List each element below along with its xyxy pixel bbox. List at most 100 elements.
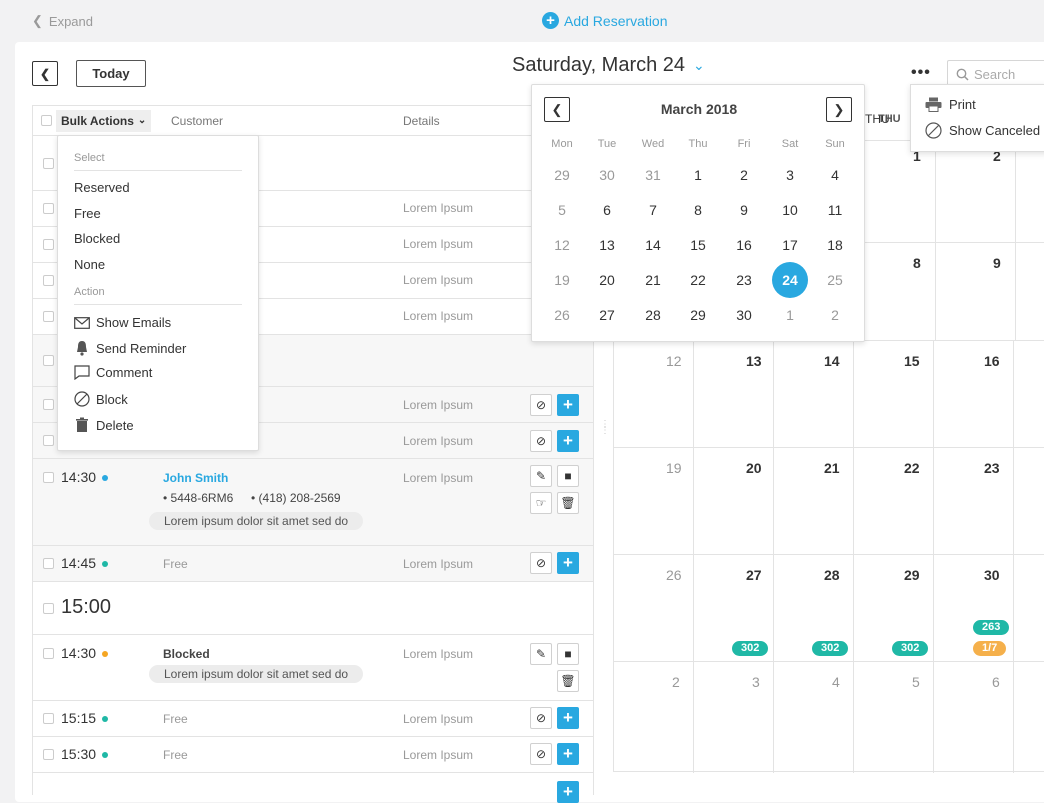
add-button[interactable]: + [557,552,579,574]
calendar-day[interactable]: 28 [630,307,676,323]
calendar-day[interactable]: 8 [675,202,721,218]
calendar-day[interactable]: 20 [584,272,630,288]
grid-cell[interactable]: 21 [774,448,854,555]
table-row[interactable]: 15:15 Free Lorem Ipsum ⊘ + [33,701,593,737]
reservation-badge[interactable]: 1/7 [973,641,1007,656]
menu-item-free[interactable]: Free [74,206,101,221]
menu-item-reserved[interactable]: Reserved [74,180,130,195]
calendar-day[interactable]: 19 [539,272,585,288]
block-icon[interactable]: ⊘ [530,394,552,416]
calendar-day[interactable]: 11 [812,202,858,218]
block-icon[interactable]: ⊘ [530,552,552,574]
grid-cell[interactable]: 20 [694,448,774,555]
add-reservation-button[interactable]: + Add Reservation [542,12,668,29]
calendar-day[interactable]: 29 [675,307,721,323]
calendar-day[interactable]: 31 [630,167,676,183]
calendar-day[interactable]: 23 [721,272,767,288]
table-row[interactable]: 14:30 Blocked Lorem ipsum dolor sit amet… [33,635,593,701]
add-button[interactable]: + [557,781,579,803]
calendar-day[interactable]: 24 [767,272,813,288]
calendar-day[interactable]: 4 [812,167,858,183]
trash-icon[interactable]: 🗑 [557,670,579,692]
menu-item-comment[interactable]: Comment [74,365,152,380]
calendar-day[interactable]: 13 [584,237,630,253]
reservation-badge[interactable]: 302 [812,641,849,656]
calendar-day[interactable]: 30 [584,167,630,183]
menu-item-blocked[interactable]: Blocked [74,231,120,246]
block-icon[interactable]: ⊘ [530,743,552,765]
block-icon[interactable]: ⊘ [530,707,552,729]
grid-cell[interactable]: 23 [934,448,1014,555]
reservation-badge[interactable]: 302 [892,641,929,656]
calendar-day[interactable]: 25 [812,272,858,288]
grid-cell[interactable]: 2 [614,662,694,773]
add-button[interactable]: + [557,394,579,416]
print-menu-item[interactable]: Print [925,97,976,112]
calendar-day[interactable]: 29 [539,167,585,183]
calendar-day[interactable]: 16 [721,237,767,253]
calendar-day[interactable]: 3 [767,167,813,183]
more-options-button[interactable]: ••• [911,64,931,82]
calendar-day[interactable]: 21 [630,272,676,288]
next-month-button[interactable]: ❯ [826,97,852,122]
grid-cell[interactable]: 12 [614,341,694,448]
reservation-badge[interactable]: 263 [973,620,1010,635]
grid-cell[interactable]: 15 [854,341,934,448]
edit-icon[interactable]: ✎ [530,643,552,665]
select-all-checkbox[interactable] [41,115,52,126]
edit-icon[interactable]: ✎ [530,465,552,487]
calendar-day[interactable]: 30 [721,307,767,323]
grid-day[interactable]: 8 [913,255,921,271]
reservation-badge[interactable]: 302 [732,641,769,656]
calendar-day[interactable]: 2 [721,167,767,183]
table-row[interactable]: + [33,773,593,803]
resize-handle[interactable]: ⋮ ⋮ [600,420,610,436]
calendar-day[interactable]: 18 [812,237,858,253]
expand-link[interactable]: ❮ Expand [32,13,93,29]
menu-item-send-reminder[interactable]: Send Reminder [74,340,186,356]
add-button[interactable]: + [557,743,579,765]
calendar-day[interactable]: 12 [539,237,585,253]
calendar-day[interactable]: 5 [539,202,585,218]
add-button[interactable]: + [557,430,579,452]
calendar-day[interactable]: 2 [812,307,858,323]
grid-cell[interactable]: 5 [854,662,934,773]
grid-cell[interactable]: 22 [854,448,934,555]
date-picker-toggle[interactable]: Saturday, March 24 ⌄ [512,54,705,77]
thumbs-down-icon[interactable]: ☞ [530,492,552,514]
calendar-day[interactable]: 22 [675,272,721,288]
table-row[interactable]: 14:30 John Smith • 5448-6RM6 • (418) 208… [33,459,593,546]
block-icon[interactable]: ⊘ [530,430,552,452]
grid-cell[interactable]: 4 [774,662,854,773]
add-button[interactable]: + [557,707,579,729]
comment-icon[interactable]: ■ [557,643,579,665]
grid-cell[interactable]: 14 [774,341,854,448]
calendar-day[interactable]: 10 [767,202,813,218]
table-row[interactable]: 14:45 Free Lorem Ipsum ⊘ + [33,546,593,582]
comment-icon[interactable]: ■ [557,465,579,487]
menu-item-show-emails[interactable]: Show Emails [74,315,171,330]
grid-cell[interactable]: 6 [934,662,1014,773]
today-button[interactable]: Today [76,60,146,87]
calendar-day[interactable]: 7 [630,202,676,218]
previous-day-button[interactable]: ❮ [32,61,58,86]
calendar-day[interactable]: 14 [630,237,676,253]
grid-cell[interactable]: 29 302 [854,555,934,662]
show-canceled-menu-item[interactable]: Show Canceled [925,122,1040,139]
grid-cell[interactable]: 3 [694,662,774,773]
calendar-day[interactable]: 6 [584,202,630,218]
grid-cell[interactable]: 19 [614,448,694,555]
calendar-day[interactable]: 26 [539,307,585,323]
calendar-day[interactable]: 17 [767,237,813,253]
calendar-day[interactable]: 9 [721,202,767,218]
calendar-day[interactable]: 1 [675,167,721,183]
customer-name-link[interactable]: John Smith [163,471,228,485]
grid-day[interactable]: 9 [993,255,1001,271]
bulk-actions-toggle[interactable]: Bulk Actions ⌄ [56,109,152,132]
calendar-day[interactable]: 1 [767,307,813,323]
calendar-day[interactable]: 27 [584,307,630,323]
grid-cell[interactable]: 28 302 [774,555,854,662]
grid-cell[interactable]: 16 [934,341,1014,448]
grid-cell[interactable]: 30 263 1/7 [934,555,1014,662]
table-row[interactable]: 15:30 Free Lorem Ipsum ⊘ + [33,737,593,773]
